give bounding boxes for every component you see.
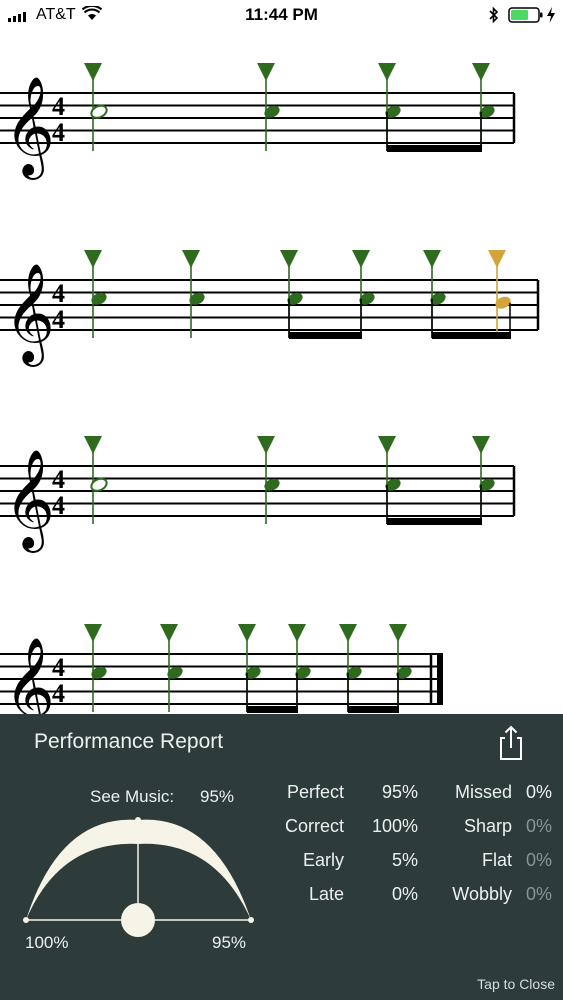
timing-marker-icon [472, 63, 490, 81]
treble-clef-icon: 𝄞 [4, 263, 55, 367]
gauge-top-dot [135, 817, 141, 823]
stat-early-value: 5% [391, 850, 418, 870]
gauge-hub [121, 903, 155, 937]
treble-clef-icon: 𝄞 [4, 76, 55, 180]
timing-marker-icon [472, 436, 490, 454]
staff-system: 𝄞44 [0, 250, 540, 367]
timing-marker-icon [84, 63, 102, 81]
timing-marker-icon [423, 250, 441, 268]
beam [387, 518, 482, 525]
staff-system: 𝄞44 [0, 63, 516, 180]
gauge-left-dot [23, 917, 29, 923]
stat-correct-value: 100% [371, 816, 418, 836]
timing-marker-icon [378, 63, 396, 81]
sheet-music[interactable]: 𝄞44𝄞44𝄞44𝄞44 [0, 0, 563, 714]
timing-marker-icon [389, 624, 407, 642]
timing-marker-icon [84, 250, 102, 268]
timing-marker-icon [488, 250, 506, 268]
timing-marker-icon [339, 624, 357, 642]
time-signature-bottom: 4 [52, 491, 65, 520]
stat-missed-value: 0% [525, 782, 552, 802]
treble-clef-icon: 𝄞 [4, 449, 55, 553]
time-signature-top: 4 [52, 279, 65, 308]
stat-missed-label: Missed [454, 782, 512, 802]
timing-marker-icon [182, 250, 200, 268]
time-signature-top: 4 [52, 92, 65, 121]
time-signature-bottom: 4 [52, 679, 65, 708]
gauge-left-label: 100% [25, 933, 69, 952]
beam [247, 706, 298, 713]
timing-marker-icon [160, 624, 178, 642]
timing-marker-icon [84, 436, 102, 454]
stat-early-label: Early [302, 850, 344, 870]
timing-marker-icon [84, 624, 102, 642]
timing-marker-icon [257, 63, 275, 81]
timing-marker-icon [288, 624, 306, 642]
timing-marker-icon [378, 436, 396, 454]
timing-marker-icon [257, 436, 275, 454]
time-signature-top: 4 [52, 465, 65, 494]
stat-correct-label: Correct [284, 816, 344, 836]
beam [348, 706, 399, 713]
stat-perfect-label: Perfect [286, 782, 344, 802]
treble-clef-icon: 𝄞 [4, 637, 55, 714]
gauge-right-label: 95% [212, 933, 247, 952]
stat-sharp-label: Sharp [463, 816, 512, 836]
stat-wobbly-value: 0% [525, 884, 552, 904]
stat-perfect-value: 95% [381, 782, 418, 802]
stat-sharp-value: 0% [525, 816, 552, 836]
stat-wobbly-label: Wobbly [452, 884, 512, 904]
stat-late-value: 0% [391, 884, 418, 904]
final-barline [437, 654, 443, 704]
tap-to-close-button[interactable]: Tap to Close [477, 976, 555, 992]
timing-marker-icon [238, 624, 256, 642]
time-signature-bottom: 4 [52, 118, 65, 147]
gauge-right-dot [248, 917, 254, 923]
time-signature-top: 4 [52, 653, 65, 682]
stat-flat-value: 0% [525, 850, 552, 870]
report-title: Performance Report [34, 730, 224, 753]
stat-flat-label: Flat [481, 850, 512, 870]
staff-system: 𝄞44 [0, 624, 443, 714]
beam [387, 145, 482, 152]
timing-marker-icon [352, 250, 370, 268]
beam [432, 332, 511, 339]
time-signature-bottom: 4 [52, 305, 65, 334]
beam [289, 332, 362, 339]
share-icon [500, 725, 522, 760]
staff-system: 𝄞44 [0, 436, 516, 553]
performance-report-panel: Performance Report See Music: 95% 100% 9… [0, 714, 563, 1000]
timing-marker-icon [280, 250, 298, 268]
stat-late-label: Late [308, 884, 344, 904]
share-button[interactable] [496, 722, 526, 762]
